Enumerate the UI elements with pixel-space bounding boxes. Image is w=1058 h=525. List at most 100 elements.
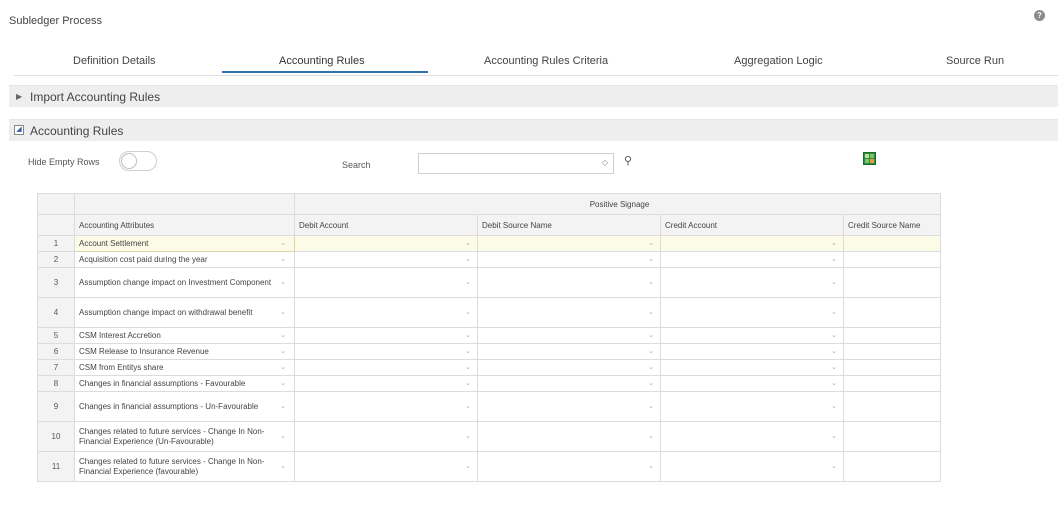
account-cell[interactable]: ⌄ — [477, 375, 661, 392]
account-cell[interactable]: ⌄ — [477, 421, 661, 452]
dropdown-icon[interactable]: ⌄ — [648, 363, 654, 371]
dropdown-icon[interactable]: ⌄ — [831, 308, 837, 316]
table-row[interactable]: 9 Changes in financial assumptions - Un-F… — [37, 391, 941, 422]
account-cell[interactable]: ⌄ — [477, 267, 661, 298]
col-header-credit-account[interactable]: Credit Account — [660, 214, 844, 236]
account-cell[interactable]: ⌄ — [477, 359, 661, 376]
dropdown-icon[interactable]: ⌄ — [648, 379, 654, 387]
import-accounting-rules-section[interactable]: ▶ Import Accounting Rules — [9, 85, 1058, 107]
account-cell[interactable]: ⌄ — [660, 343, 844, 360]
accounting-attribute-cell[interactable]: Assumption change impact on withdrawal b… — [74, 297, 295, 328]
account-cell[interactable]: ⌄ — [294, 327, 478, 344]
accounting-attribute-cell[interactable]: CSM Interest Accretion ⌄ — [74, 327, 295, 344]
col-header-accounting-attributes[interactable]: Accounting Attributes — [74, 214, 295, 236]
dropdown-icon[interactable]: ⌄ — [465, 255, 471, 263]
account-cell[interactable] — [843, 421, 941, 452]
col-header-credit-source-name[interactable]: Credit Source Name — [843, 214, 941, 236]
col-header-debit-account[interactable]: Debit Account — [294, 214, 478, 236]
dropdown-icon[interactable]: ⌄ — [465, 278, 471, 286]
account-cell[interactable]: ⌄ — [294, 421, 478, 452]
account-cell[interactable] — [843, 297, 941, 328]
account-cell[interactable]: ⌄ — [477, 251, 661, 268]
account-cell[interactable]: ⌄ — [660, 421, 844, 452]
account-cell[interactable]: ⌄ — [660, 359, 844, 376]
dropdown-icon[interactable]: ⌄ — [831, 379, 837, 387]
spinner-icon[interactable]: ◇ — [602, 158, 608, 167]
account-cell[interactable] — [843, 267, 941, 298]
account-cell[interactable]: ⌄ — [294, 359, 478, 376]
dropdown-icon[interactable]: ⌄ — [831, 278, 837, 286]
account-cell[interactable] — [843, 327, 941, 344]
table-row[interactable]: 1 Account Settlement ⌄ ⌄ ⌄ ⌄ — [37, 235, 941, 252]
table-row[interactable]: 8 Changes in financial assumptions - Favo… — [37, 375, 941, 392]
table-row[interactable]: 7 CSM from Entitys share ⌄ ⌄ ⌄ ⌄ — [37, 359, 941, 376]
table-row[interactable]: 6 CSM Release to Insurance Revenue ⌄ ⌄ ⌄ ⌄ — [37, 343, 941, 360]
account-cell[interactable]: ⌄ — [294, 267, 478, 298]
account-cell[interactable]: ⌄ — [660, 297, 844, 328]
account-cell[interactable] — [843, 451, 941, 482]
account-cell[interactable]: ⌄ — [294, 235, 478, 252]
account-cell[interactable]: ⌄ — [660, 451, 844, 482]
tab-accounting-rules[interactable]: Accounting Rules — [279, 55, 365, 67]
dropdown-icon[interactable]: ⌄ — [648, 462, 654, 470]
account-cell[interactable] — [843, 251, 941, 268]
dropdown-icon[interactable]: ⌄ — [648, 347, 654, 355]
accounting-attribute-cell[interactable]: Changes in financial assumptions - Un-Fa… — [74, 391, 295, 422]
collapse-icon[interactable]: ◢ — [14, 125, 24, 135]
table-row[interactable]: 2 Acquisition cost paid during the year ⌄ ⌄… — [37, 251, 941, 268]
dropdown-icon[interactable]: ⌄ — [831, 462, 837, 470]
dropdown-icon[interactable]: ⌄ — [280, 379, 286, 389]
tab-definition-details[interactable]: Definition Details — [73, 55, 156, 67]
excel-icon[interactable] — [863, 152, 876, 165]
dropdown-icon[interactable]: ⌄ — [465, 379, 471, 387]
dropdown-icon[interactable]: ⌄ — [648, 255, 654, 263]
dropdown-icon[interactable]: ⌄ — [280, 432, 286, 442]
dropdown-icon[interactable]: ⌄ — [465, 462, 471, 470]
dropdown-icon[interactable]: ⌄ — [831, 255, 837, 263]
account-cell[interactable]: ⌄ — [660, 251, 844, 268]
dropdown-icon[interactable]: ⌄ — [280, 347, 286, 357]
account-cell[interactable]: ⌄ — [294, 375, 478, 392]
dropdown-icon[interactable]: ⌄ — [648, 308, 654, 316]
dropdown-icon[interactable]: ⌄ — [648, 402, 654, 410]
accounting-attribute-cell[interactable]: Changes related to future services - Cha… — [74, 421, 295, 452]
account-cell[interactable]: ⌄ — [477, 391, 661, 422]
dropdown-icon[interactable]: ⌄ — [831, 331, 837, 339]
accounting-rules-section[interactable]: ◢ Accounting Rules — [9, 119, 1058, 141]
dropdown-icon[interactable]: ⌄ — [648, 278, 654, 286]
accounting-attribute-cell[interactable]: Changes in financial assumptions - Favou… — [74, 375, 295, 392]
tab-source-run[interactable]: Source Run — [946, 55, 1004, 67]
help-icon[interactable]: ? — [1034, 10, 1045, 21]
dropdown-icon[interactable]: ⌄ — [831, 432, 837, 440]
tab-aggregation-logic[interactable]: Aggregation Logic — [734, 55, 823, 67]
search-field[interactable]: ◇ — [418, 153, 614, 174]
dropdown-icon[interactable]: ⌄ — [465, 402, 471, 410]
table-row[interactable]: 11 Changes related to future services - C… — [37, 451, 941, 482]
dropdown-icon[interactable]: ⌄ — [280, 462, 286, 472]
accounting-attribute-cell[interactable]: Acquisition cost paid during the year ⌄ — [74, 251, 295, 268]
tab-accounting-rules-criteria[interactable]: Accounting Rules Criteria — [484, 55, 608, 67]
dropdown-icon[interactable]: ⌄ — [831, 402, 837, 410]
search-icon[interactable]: ⚲ — [624, 154, 632, 167]
account-cell[interactable]: ⌄ — [477, 343, 661, 360]
account-cell[interactable] — [843, 359, 941, 376]
dropdown-icon[interactable]: ⌄ — [648, 239, 654, 247]
dropdown-icon[interactable]: ⌄ — [280, 308, 286, 318]
dropdown-icon[interactable]: ⌄ — [465, 239, 471, 247]
account-cell[interactable]: ⌄ — [477, 327, 661, 344]
account-cell[interactable] — [843, 235, 941, 252]
col-header-debit-source-name[interactable]: Debit Source Name — [477, 214, 661, 236]
account-cell[interactable]: ⌄ — [294, 297, 478, 328]
account-cell[interactable]: ⌄ — [660, 267, 844, 298]
account-cell[interactable]: ⌄ — [660, 327, 844, 344]
accounting-attribute-cell[interactable]: Changes related to future services - Cha… — [74, 451, 295, 482]
search-input[interactable] — [419, 154, 589, 174]
account-cell[interactable] — [843, 343, 941, 360]
account-cell[interactable] — [843, 391, 941, 422]
dropdown-icon[interactable]: ⌄ — [465, 308, 471, 316]
dropdown-icon[interactable]: ⌄ — [648, 331, 654, 339]
table-row[interactable]: 3 Assumption change impact on Investment … — [37, 267, 941, 298]
dropdown-icon[interactable]: ⌄ — [465, 432, 471, 440]
expand-arrow-icon[interactable]: ▶ — [16, 92, 22, 101]
account-cell[interactable]: ⌄ — [660, 391, 844, 422]
